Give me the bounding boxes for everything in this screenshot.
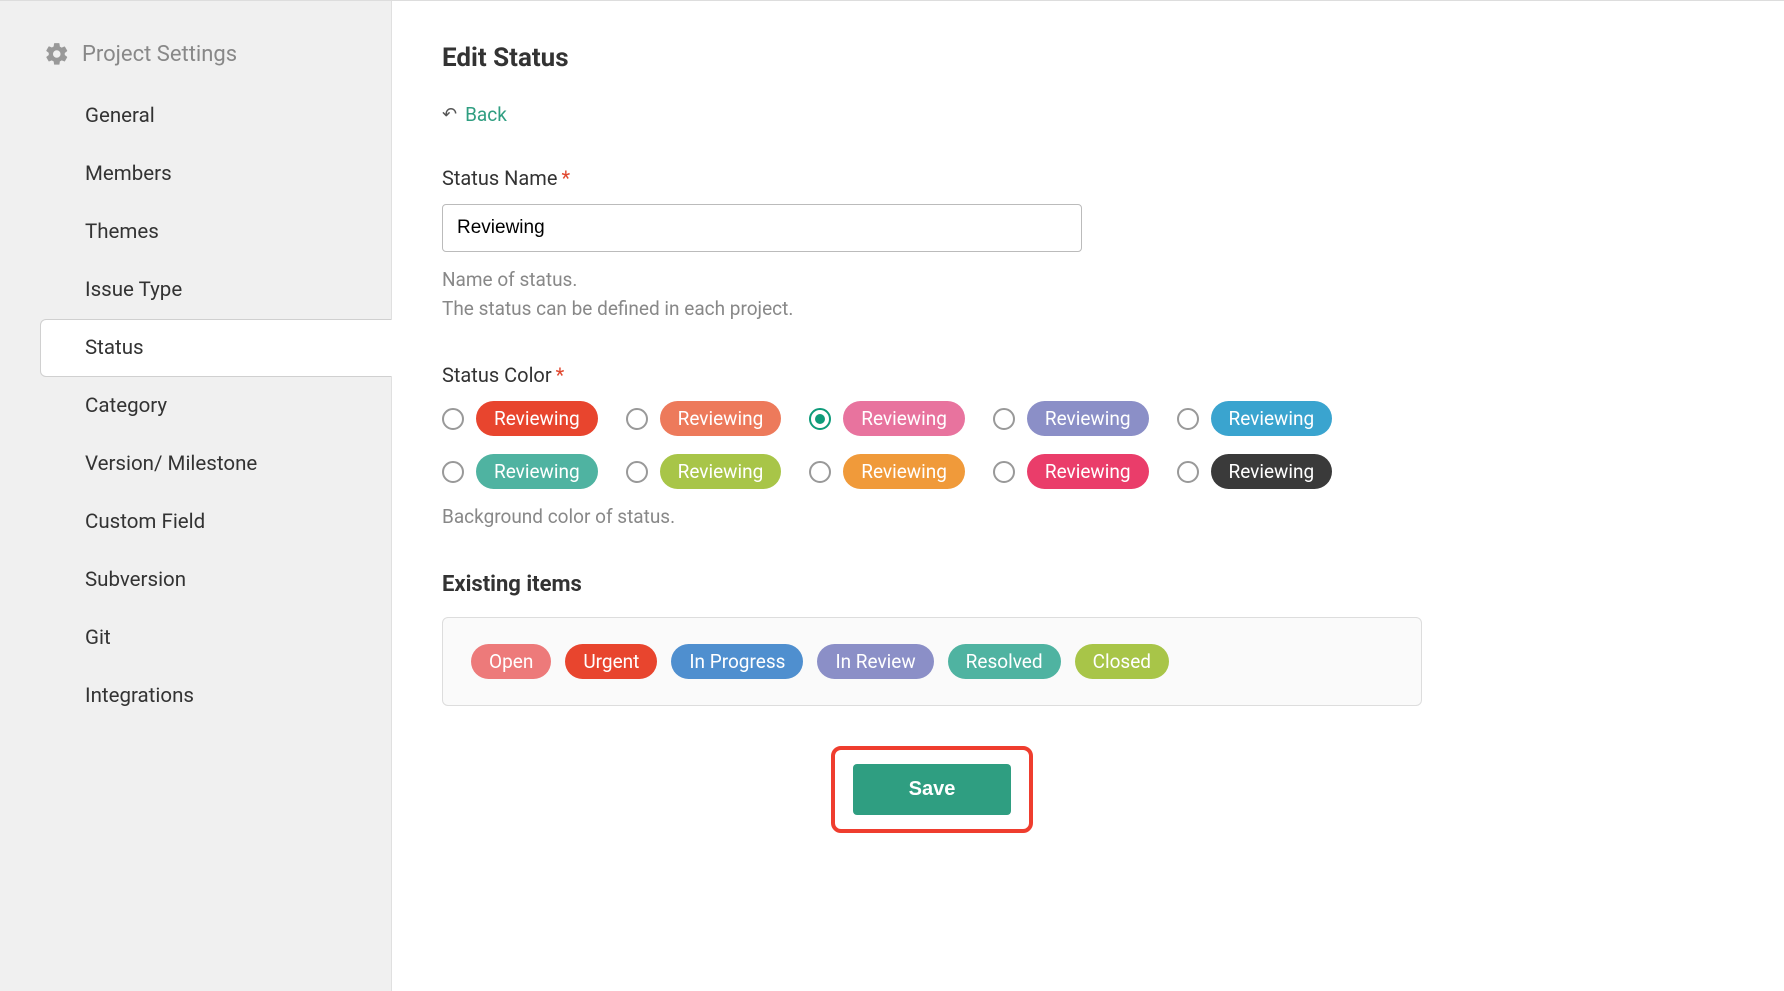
color-radio[interactable] xyxy=(809,461,831,483)
status-color-field: Status Color* ReviewingReviewingReviewin… xyxy=(442,363,1724,532)
back-icon: ↶ xyxy=(442,104,457,125)
existing-pill-in-review: In Review xyxy=(817,644,933,679)
sidebar-nav: GeneralMembersThemesIssue TypeStatusCate… xyxy=(0,87,391,725)
status-name-helper: Name of status. The status can be define… xyxy=(442,266,1724,323)
sidebar-item-git[interactable]: Git xyxy=(0,609,391,667)
status-name-input[interactable] xyxy=(442,204,1082,252)
existing-pill-in-progress: In Progress xyxy=(671,644,803,679)
color-option-1[interactable]: Reviewing xyxy=(626,401,782,436)
sidebar-header: Project Settings xyxy=(0,29,391,79)
color-radio[interactable] xyxy=(626,461,648,483)
existing-pill-urgent: Urgent xyxy=(565,644,657,679)
color-option-0[interactable]: Reviewing xyxy=(442,401,598,436)
sidebar-item-version-milestone[interactable]: Version/ Milestone xyxy=(0,435,391,493)
sidebar-item-custom-field[interactable]: Custom Field xyxy=(0,493,391,551)
status-color-label: Status Color* xyxy=(442,363,1724,387)
required-asterisk: * xyxy=(561,166,570,190)
gear-icon xyxy=(44,41,70,67)
color-option-6[interactable]: Reviewing xyxy=(626,454,782,489)
color-option-7[interactable]: Reviewing xyxy=(809,454,965,489)
color-radio[interactable] xyxy=(1177,461,1199,483)
sidebar: Project Settings GeneralMembersThemesIss… xyxy=(0,1,392,991)
color-radio[interactable] xyxy=(1177,408,1199,430)
color-options-grid: Reviewing Reviewing Reviewing Reviewing Revi… xyxy=(442,401,1382,489)
color-preview-pill: Reviewing xyxy=(843,401,965,436)
color-option-2[interactable]: Reviewing xyxy=(809,401,965,436)
status-name-field: Status Name* Name of status. The status … xyxy=(442,166,1724,323)
color-preview-pill: Reviewing xyxy=(476,454,598,489)
existing-heading: Existing items xyxy=(442,572,1724,597)
color-option-4[interactable]: Reviewing xyxy=(1177,401,1333,436)
color-radio[interactable] xyxy=(442,408,464,430)
color-preview-pill: Reviewing xyxy=(660,454,782,489)
color-option-9[interactable]: Reviewing xyxy=(1177,454,1333,489)
color-preview-pill: Reviewing xyxy=(1211,454,1333,489)
color-radio[interactable] xyxy=(993,461,1015,483)
existing-pill-resolved: Resolved xyxy=(948,644,1061,679)
status-name-label: Status Name* xyxy=(442,166,1724,190)
sidebar-item-status[interactable]: Status xyxy=(40,319,392,377)
color-preview-pill: Reviewing xyxy=(660,401,782,436)
color-preview-pill: Reviewing xyxy=(1027,454,1149,489)
color-preview-pill: Reviewing xyxy=(476,401,598,436)
sidebar-item-integrations[interactable]: Integrations xyxy=(0,667,391,725)
color-radio[interactable] xyxy=(442,461,464,483)
color-radio[interactable] xyxy=(626,408,648,430)
sidebar-item-general[interactable]: General xyxy=(0,87,391,145)
page-title: Edit Status xyxy=(442,43,1724,73)
sidebar-item-members[interactable]: Members xyxy=(0,145,391,203)
save-wrap: Save xyxy=(442,746,1422,833)
save-highlight: Save xyxy=(831,746,1034,833)
color-radio[interactable] xyxy=(993,408,1015,430)
required-asterisk: * xyxy=(556,363,565,387)
color-option-5[interactable]: Reviewing xyxy=(442,454,598,489)
sidebar-item-issue-type[interactable]: Issue Type xyxy=(0,261,391,319)
color-option-8[interactable]: Reviewing xyxy=(993,454,1149,489)
back-row[interactable]: ↶ Back xyxy=(442,103,1724,126)
color-radio[interactable] xyxy=(809,408,831,430)
color-preview-pill: Reviewing xyxy=(1027,401,1149,436)
color-option-3[interactable]: Reviewing xyxy=(993,401,1149,436)
main-content: Edit Status ↶ Back Status Name* Name of … xyxy=(392,1,1784,991)
sidebar-item-subversion[interactable]: Subversion xyxy=(0,551,391,609)
color-preview-pill: Reviewing xyxy=(843,454,965,489)
sidebar-item-category[interactable]: Category xyxy=(0,377,391,435)
existing-items-box: Open Urgent In Progress In Review Resolved Cl… xyxy=(442,617,1422,706)
color-preview-pill: Reviewing xyxy=(1211,401,1333,436)
back-link[interactable]: Back xyxy=(465,103,507,126)
existing-pill-closed: Closed xyxy=(1075,644,1169,679)
sidebar-title: Project Settings xyxy=(82,42,237,67)
save-button[interactable]: Save xyxy=(853,764,1012,815)
sidebar-item-themes[interactable]: Themes xyxy=(0,203,391,261)
existing-pill-open: Open xyxy=(471,644,551,679)
status-color-helper: Background color of status. xyxy=(442,503,1724,532)
